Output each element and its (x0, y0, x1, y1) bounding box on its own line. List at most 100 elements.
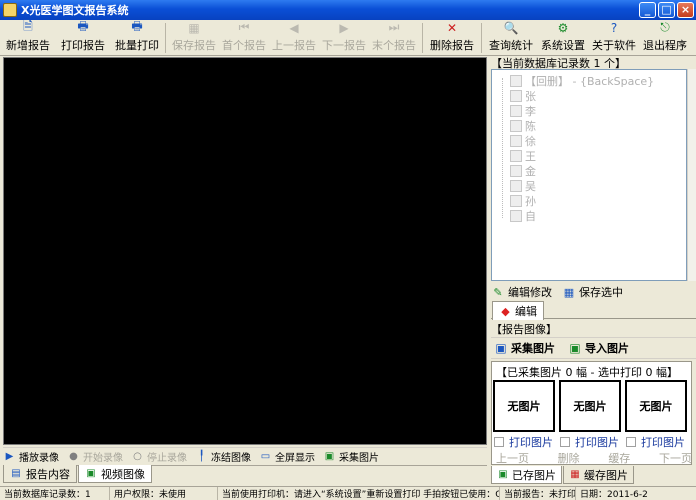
cache-image-button[interactable]: 缓存 (608, 450, 630, 466)
about-report-button[interactable]: ? 关于软件 (589, 21, 639, 55)
minimize-button[interactable]: _ (639, 2, 656, 18)
close-button[interactable]: × (677, 2, 694, 18)
query-report-button[interactable]: 🔍 查询统计 (485, 21, 537, 55)
stop-record-icon: ○ (133, 451, 142, 462)
video-preview[interactable] (3, 57, 487, 445)
image-thumb-1[interactable]: 无图片 (493, 380, 555, 432)
exit-report-button[interactable]: ⎋ 退出程序 (639, 20, 691, 55)
capture-image-button[interactable]: ▣ 采集图片 (491, 340, 555, 356)
tab-report-content[interactable]: ▤ 报告内容 (3, 465, 77, 483)
print-image-1[interactable]: 打印图片 (494, 434, 553, 450)
status-bar: 当前数据库记录数：1 用户权限：未使用 当前使用打印机：请进入“系统设置”重新设… (0, 486, 696, 500)
play-record-icon: ▶ (5, 451, 14, 462)
save-selected-button[interactable]: ▦ 保存选中 (562, 284, 623, 300)
image-thumb-2[interactable]: 无图片 (559, 380, 621, 432)
delete-image-button[interactable]: 删除 (558, 450, 580, 466)
video-controls: ▶ 播放录像 ● 开始录像 ○ 停止录像 ╿ 冻结图像 ▭ 全屏显示 ▣ 采集图片 (3, 447, 487, 465)
prev-page-button[interactable]: 上一页 (496, 450, 529, 466)
start-record-button[interactable]: ● 开始录像 (67, 449, 123, 464)
fullscreen-button[interactable]: ▭ 全屏显示 (259, 449, 315, 464)
edit-button[interactable]: ✎ 编辑修改 (491, 284, 552, 300)
right-tab-strip: ▣ 已存图片 ▦ 缓存图片 (491, 466, 696, 484)
batch-report-button[interactable]: 🖶 批量打印 (112, 19, 162, 55)
tab-video-image[interactable]: ▣ 视频图像 (78, 465, 152, 483)
last-icon: ⏭ (388, 20, 400, 34)
folder-icon (510, 134, 522, 147)
print-image-checkbox[interactable] (494, 437, 504, 447)
exit-icon: ⎋ (660, 20, 670, 34)
play-record-button[interactable]: ▶ 播放录像 (3, 449, 59, 464)
first-report-button[interactable]: ⏮ 首个报告 (219, 20, 269, 55)
new-report-button[interactable]: 🗎 新增报告 (2, 18, 54, 55)
patient-tree[interactable]: 【回删】 - {BackSpace} 张李陈徐王金吴孙自 (491, 69, 687, 281)
maximize-button[interactable]: □ (658, 2, 675, 18)
status-date: 日期：2011-6-2 (580, 490, 648, 500)
cache-images-icon: ▦ (570, 469, 580, 480)
batch-label: 批量打印 (115, 39, 159, 52)
print-report-button[interactable]: 🖶 打印报告 (54, 19, 112, 55)
tree-item-patient[interactable]: 吴 (510, 178, 536, 193)
tree-item-patient[interactable]: 孙 (510, 193, 536, 208)
settings-report-button[interactable]: ⚙ 系统设置 (537, 21, 589, 55)
import-image-button[interactable]: ▣ 导入图片 (565, 340, 629, 356)
next-icon: ▶ (339, 21, 349, 35)
print-image-2[interactable]: 打印图片 (560, 434, 619, 450)
start-record-icon: ● (69, 451, 78, 462)
next-page-button[interactable]: 下一页 (659, 450, 692, 466)
save-label: 保存报告 (172, 39, 216, 52)
tree-item-backspace[interactable]: 【回删】 - {BackSpace} (510, 73, 654, 88)
tree-item-patient[interactable]: 徐 (510, 133, 536, 148)
tab-edit[interactable]: ◆ 编辑 (492, 301, 544, 320)
settings-label: 系统设置 (541, 39, 585, 52)
next-report-button[interactable]: ▶ 下一报告 (319, 21, 369, 55)
print-image-checkbox[interactable] (560, 437, 570, 447)
image-actions: ▣ 采集图片 ▣ 导入图片 (491, 337, 696, 359)
title-bar: X光医学图文报告系统 _ □ × (0, 0, 696, 20)
delete-label: 删除报告 (430, 39, 474, 52)
db-record-header: 【当前数据库记录数 1 个】 (491, 57, 626, 70)
first-label: 首个报告 (222, 39, 266, 52)
print-image-checkbox[interactable] (626, 437, 636, 447)
tab-cache-images[interactable]: ▦ 缓存图片 (563, 466, 634, 484)
tab-saved-images[interactable]: ▣ 已存图片 (491, 466, 562, 484)
image-thumb-3[interactable]: 无图片 (625, 380, 687, 432)
tree-item-patient[interactable]: 李 (510, 103, 536, 118)
settings-icon: ⚙ (557, 21, 569, 35)
tree-scrollbar[interactable] (687, 69, 696, 281)
delete-icon: ✕ (446, 21, 458, 35)
tree-item-patient[interactable]: 王 (510, 148, 536, 163)
folder-icon (510, 104, 522, 117)
edit-icon: ✎ (493, 285, 503, 299)
main-toolbar: 🗎 新增报告 🖶 打印报告 🖶 批量打印 ▦ 保存报告 ⏮ 首个报告 ◀ 上一报告 ▶ 下一报告 ⏭ 末个报告… (0, 18, 696, 56)
freeze-button[interactable]: ╿ 冻结图像 (195, 449, 251, 464)
capture-button[interactable]: ▣ 采集图片 (323, 449, 379, 464)
window-title: X光医学图文报告系统 (21, 4, 129, 17)
report-content-icon: ▤ (11, 468, 21, 479)
edit-tab-strip: ◆ 编辑 (491, 300, 696, 320)
collected-images-panel: 【已采集图片 0 幅 - 选中打印 0 幅】 无图片 无图片 无图片 打印图片 … (491, 361, 692, 465)
tree-item-patient[interactable]: 张 (510, 88, 536, 103)
capture-icon: ▣ (324, 451, 335, 462)
query-icon: 🔍 (503, 21, 519, 35)
status-report-state: 当前报告：未打印 (500, 487, 576, 500)
toolbar-separator (165, 23, 166, 53)
last-report-button[interactable]: ⏭ 末个报告 (369, 20, 419, 55)
new-report-icon: 🗎 (23, 18, 33, 33)
print-image-3[interactable]: 打印图片 (626, 434, 685, 450)
delete-report-button[interactable]: ✕ 删除报告 (426, 21, 478, 55)
help-icon: ? (610, 21, 618, 35)
import-image-icon: ▣ (569, 341, 581, 355)
tree-item-patient[interactable]: 陈 (510, 118, 536, 133)
stop-record-button[interactable]: ○ 停止录像 (131, 449, 187, 464)
prev-report-button[interactable]: ◀ 上一报告 (269, 21, 319, 55)
edit-tab-icon: ◆ (501, 304, 510, 318)
save-report-button[interactable]: ▦ 保存报告 (169, 21, 219, 55)
app-icon (3, 3, 17, 17)
tree-item-patient[interactable]: 金 (510, 163, 536, 178)
prev-icon: ◀ (289, 21, 299, 35)
next-label: 下一报告 (322, 39, 366, 52)
saved-images-icon: ▣ (498, 469, 508, 480)
status-printer: 当前使用打印机：请进入“系统设置”重新设置打印 手拍按钮已使用：COM1 (218, 487, 500, 500)
tree-item-patient[interactable]: 自 (510, 208, 536, 223)
first-icon: ⏮ (238, 20, 250, 34)
